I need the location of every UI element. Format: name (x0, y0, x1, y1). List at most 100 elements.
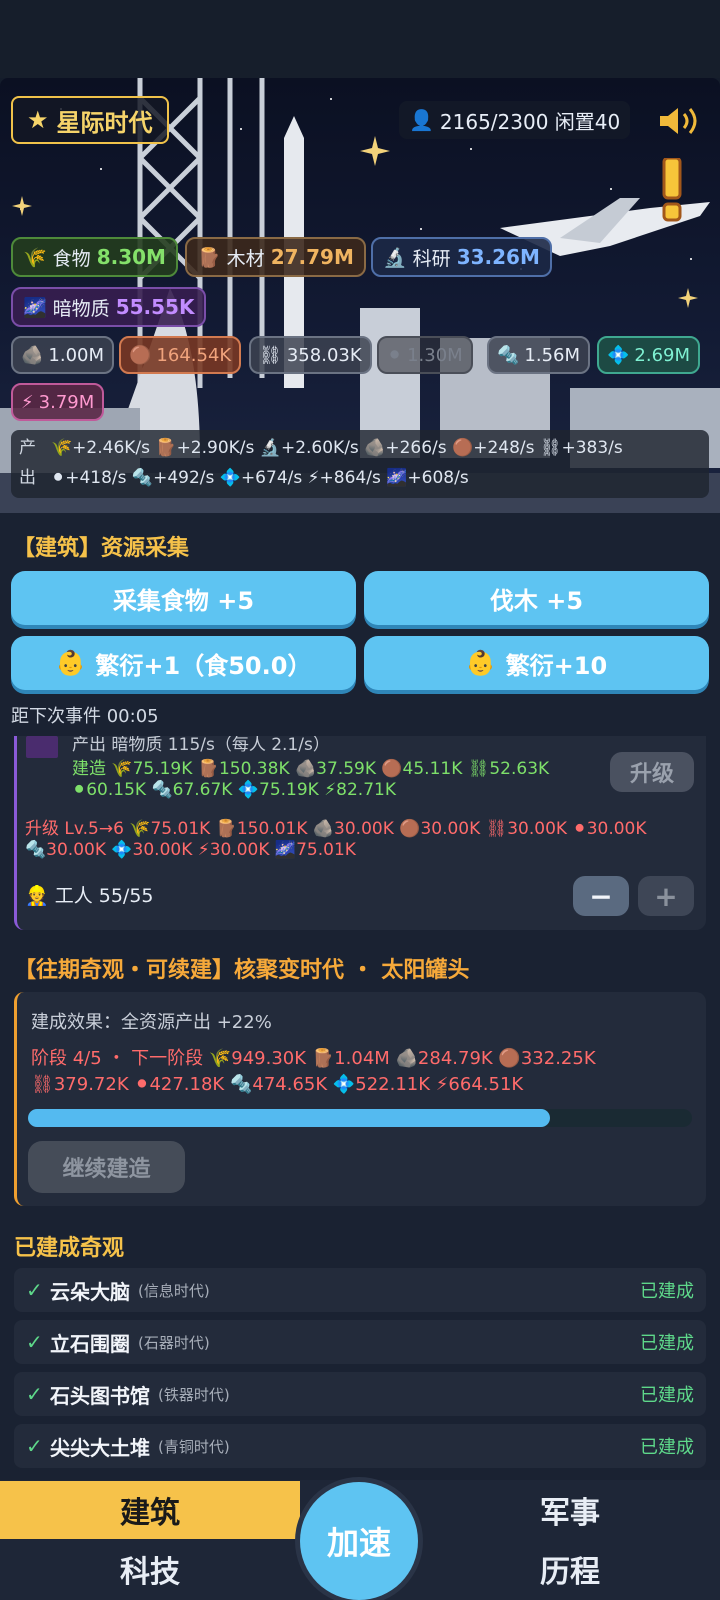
wonder-era: (青铜时代) (158, 1437, 230, 1456)
breed-one-label: 繁衍+1（食50.0） (95, 651, 312, 680)
coal-icon: ⚫ (387, 344, 403, 366)
chain-resource: ⛓ 358.03K (249, 336, 372, 374)
building-thumb-icon (26, 736, 58, 758)
wonder-progress-bar (28, 1109, 692, 1127)
remove-worker-button[interactable]: − (573, 876, 629, 916)
sound-icon[interactable] (656, 106, 700, 136)
chain-icon: ⛓ (259, 344, 282, 366)
energy-icon: ⚡ (21, 391, 34, 413)
check-icon: ✓ (26, 1278, 43, 1302)
building-output: 产出 暗物质 115/s（每人 2.1/s） (72, 736, 330, 755)
wonder-effect: 建成效果：全资源产出 +22% (31, 1012, 272, 1033)
wonder-name: 尖尖大土堆 (50, 1435, 150, 1460)
copper-resource: 🟤 164.54K (119, 336, 242, 374)
copper-value: 164.54K (156, 344, 232, 366)
energy-value: 3.79M (38, 391, 95, 413)
coal-value: 1.30M (407, 344, 463, 366)
breed-one-button[interactable]: 👶 繁衍+1（食50.0） (11, 636, 356, 690)
star-icon: ★ (27, 106, 49, 134)
production-line-2: ⚫+418/s 🔩+492/s 💠+674/s ⚡+864/s 🌌+608/s (51, 468, 469, 488)
production-label-2: 出 (19, 468, 36, 488)
workers-label: 工人 55/55 (54, 885, 154, 907)
wonder-era: (铁器时代) (158, 1385, 230, 1404)
stone-icon: 🪨 (21, 344, 44, 366)
coal-resource: ⚫ 1.30M (377, 336, 473, 374)
crystal-resource: 💠 2.69M (597, 336, 701, 374)
section-title: 【建筑】资源采集 (13, 536, 190, 561)
wonder-status: 已建成 (640, 1437, 694, 1458)
science-resource: 🔬 科研 33.26M (371, 237, 552, 277)
wonder-status: 已建成 (640, 1333, 694, 1354)
stone-value: 1.00M (48, 344, 105, 366)
list-item[interactable]: ✓ 云朵大脑 (信息时代) 已建成 (14, 1268, 706, 1312)
built-wonders-title: 已建成奇观 (14, 1236, 125, 1261)
list-item[interactable]: ✓ 石头图书馆 (铁器时代) 已建成 (14, 1372, 706, 1416)
gather-food-label: 采集食物 +5 (112, 586, 255, 615)
tab-tech[interactable]: 科技 (0, 1540, 300, 1598)
tab-military[interactable]: 军事 (420, 1481, 720, 1539)
wonder-era: (石器时代) (138, 1333, 210, 1352)
continue-building-button[interactable]: 继续建造 (28, 1141, 185, 1193)
build-cost-line-2: ⚫60.15K 🔩67.67K 💠75.19K ⚡82.71K (72, 780, 396, 800)
check-icon: ✓ (26, 1434, 43, 1458)
build-cost-line-1: 建造 🌾75.19K 🪵150.38K 🪨37.59K 🟤45.11K ⛓52.… (72, 759, 550, 779)
energy-resource: ⚡ 3.79M (11, 383, 105, 421)
production-rates: 产 🌾+2.46K/s 🪵+2.90K/s 🔬+2.60K/s 🪨+266/s 🟤… (11, 430, 709, 498)
galaxy-icon: 🌌 (23, 296, 47, 319)
dark-matter-label: 暗物质 (52, 297, 110, 320)
stone-resource: 🪨 1.00M (11, 336, 115, 374)
breed-ten-label: 繁衍+10 (505, 651, 608, 680)
gather-food-button[interactable]: 采集食物 +5 (11, 571, 356, 625)
workers-count: 👷 工人 55/55 (25, 881, 154, 908)
food-value: 8.30M (96, 245, 166, 269)
upgrade-cost-line-2: 🔩30.00K 💠30.00K ⚡30.00K 🌌75.01K (25, 840, 356, 860)
wood-value: 27.79M (270, 245, 354, 269)
chop-wood-button[interactable]: 伐木 +5 (364, 571, 709, 625)
wonder-stage-line-1: 阶段 4/5 ・ 下一阶段 🌾949.30K 🪵1.04M 🪨284.79K 🟤… (31, 1048, 596, 1069)
tab-building[interactable]: 建筑 (0, 1481, 300, 1539)
wonder-name: 立石围圈 (50, 1331, 130, 1356)
wonder-status: 已建成 (640, 1385, 694, 1406)
upgrade-cost-line-1: 升级 Lv.5→6 🌾75.01K 🪵150.01K 🪨30.00K 🟤30.0… (25, 819, 647, 839)
baby-icon: 👶 (465, 649, 496, 677)
worker-icon: 👷 (25, 885, 49, 907)
dark-matter-value: 55.55K (115, 295, 195, 319)
wonder-name: 云朵大脑 (50, 1279, 130, 1304)
wood-label: 木材 (226, 247, 265, 270)
microscope-icon: 🔬 (383, 246, 407, 269)
wonder-progress-fill (28, 1109, 550, 1127)
era-badge[interactable]: ★ 星际时代 (11, 96, 169, 144)
breed-ten-button[interactable]: 👶 繁衍+10 (364, 636, 709, 690)
population-text: 2165/2300 闲置40 (439, 109, 621, 134)
check-icon: ✓ (26, 1382, 43, 1406)
population-counter: 👤 2165/2300 闲置40 (399, 101, 631, 139)
wonder-name: 石头图书馆 (50, 1383, 150, 1408)
chain-value: 358.03K (286, 344, 362, 366)
tab-history[interactable]: 历程 (420, 1540, 720, 1598)
tool-resource: 🔩 1.56M (487, 336, 591, 374)
tool-icon: 🔩 (497, 344, 520, 366)
alert-icon[interactable] (656, 158, 688, 224)
check-icon: ✓ (26, 1330, 43, 1354)
wonder-stage-line-2: ⛓379.72K ⚫427.18K 🔩474.65K 💠522.11K ⚡664… (31, 1074, 524, 1095)
production-label-1: 产 (19, 438, 36, 458)
list-item[interactable]: ✓ 尖尖大土堆 (青铜时代) 已建成 (14, 1424, 706, 1468)
upgrade-button[interactable]: 升级 (610, 752, 694, 792)
add-worker-button[interactable]: + (638, 876, 694, 916)
era-label: 星际时代 (56, 108, 153, 137)
speed-up-button[interactable]: 加速 (300, 1482, 418, 1600)
copper-icon: 🟤 (129, 344, 152, 366)
tool-value: 1.56M (524, 344, 581, 366)
status-bar (0, 0, 720, 78)
science-label: 科研 (412, 247, 451, 270)
wood-resource: 🪵 木材 27.79M (185, 237, 366, 277)
crystal-icon: 💠 (607, 344, 630, 366)
dark-matter-resource: 🌌 暗物质 55.55K (11, 287, 207, 327)
chop-wood-label: 伐木 +5 (489, 586, 584, 615)
food-label: 食物 (52, 247, 91, 270)
log-icon: 🪵 (197, 246, 221, 269)
crystal-value: 2.69M (634, 344, 691, 366)
list-item[interactable]: ✓ 立石围圈 (石器时代) 已建成 (14, 1320, 706, 1364)
wonder-era: (信息时代) (138, 1281, 210, 1300)
science-value: 33.26M (456, 245, 540, 269)
